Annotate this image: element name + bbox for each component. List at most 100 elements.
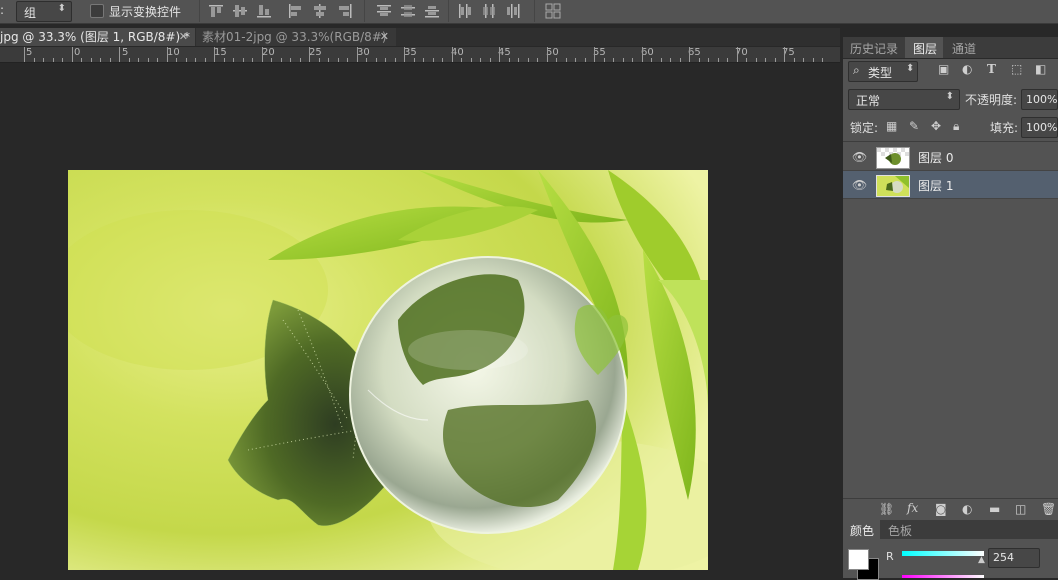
layer-row[interactable]: 👁︎ 图层 0 xyxy=(843,143,1058,171)
auto-align-layers-icon[interactable] xyxy=(543,2,563,20)
shape-filter-icon[interactable]: ⬚ xyxy=(1011,62,1022,76)
lock-label: 锁定: xyxy=(850,121,879,135)
foreground-color-swatch[interactable] xyxy=(848,549,869,570)
align-right-edges-icon[interactable] xyxy=(334,2,354,20)
auto-select-dropdown[interactable]: 组 ⬍ xyxy=(16,1,72,22)
new-layer-icon[interactable]: ◫ xyxy=(1015,502,1026,516)
tab-swatches[interactable]: 色板 xyxy=(888,522,912,539)
ruler-tick xyxy=(508,58,510,62)
tab-history[interactable]: 历史记录 xyxy=(850,40,898,57)
lock-image-brush-icon[interactable]: ✎ xyxy=(909,119,919,133)
ruler-tick xyxy=(480,58,481,62)
ruler-tick xyxy=(356,47,358,62)
ruler-tick xyxy=(746,58,747,62)
red-slider-track[interactable] xyxy=(902,551,984,556)
eye-visibility-icon[interactable]: 👁︎ xyxy=(852,178,867,192)
new-group-folder-icon[interactable]: ▬ xyxy=(989,502,1000,516)
fx-layer-style-icon[interactable]: fx xyxy=(907,501,918,515)
ruler-tick xyxy=(423,58,424,62)
eye-visibility-icon[interactable]: 👁︎ xyxy=(852,150,867,164)
layer-name[interactable]: 图层 1 xyxy=(918,177,953,194)
ruler-tick xyxy=(461,58,462,62)
ruler-tick xyxy=(81,58,82,62)
image-filter-icon[interactable]: ▣ xyxy=(938,62,949,76)
red-value-input[interactable]: 254 xyxy=(988,548,1040,568)
align-vertical-centers-icon[interactable] xyxy=(230,2,250,20)
document-canvas[interactable] xyxy=(68,170,708,570)
ruler-tick xyxy=(451,47,453,62)
fill-input[interactable]: 100% xyxy=(1021,117,1058,138)
tab-layers[interactable]: 图层 xyxy=(913,40,937,57)
slider-handle-icon[interactable]: ▲ xyxy=(978,555,985,565)
layer-row-selected[interactable]: 👁︎ 图层 1 xyxy=(843,171,1058,199)
ruler-tick xyxy=(71,47,73,62)
opacity-input[interactable]: 100% xyxy=(1021,89,1058,110)
distribute-left-edges-icon[interactable] xyxy=(455,2,475,20)
type-filter-icon[interactable]: T xyxy=(987,62,996,76)
fill-value: 100% xyxy=(1026,121,1058,134)
distribute-bottom-edges-icon[interactable] xyxy=(422,2,442,20)
ruler-tick xyxy=(565,58,567,62)
ruler-tick xyxy=(812,58,814,62)
tab-document-2[interactable]: 素材01-2jpg @ 33.3%(RGB/8#) ✕ xyxy=(196,28,396,46)
ruler-tick xyxy=(90,58,92,62)
ruler-tick xyxy=(774,58,776,62)
ruler-tick xyxy=(214,47,215,62)
blend-mode-dropdown[interactable]: 正常 ⬍ xyxy=(848,89,960,110)
layer-filter-dropdown[interactable]: ⌕ 类型 ⬍ xyxy=(848,61,918,82)
lock-position-move-icon[interactable]: ✥ xyxy=(931,119,941,133)
close-icon[interactable]: ✕ xyxy=(380,28,389,46)
tab-document-1[interactable]: jpg @ 33.3% (图层 1, RGB/8#) * ✕ xyxy=(0,28,195,46)
ruler-tick xyxy=(717,58,719,62)
distribute-horizontal-centers-icon[interactable] xyxy=(479,2,499,20)
tab-color[interactable]: 颜色 xyxy=(850,522,874,539)
ruler-tick xyxy=(613,58,614,62)
smart-object-filter-icon[interactable]: ◧ xyxy=(1035,62,1046,76)
options-colon: : xyxy=(0,3,5,17)
ruler-tick xyxy=(755,58,757,62)
ruler-tick xyxy=(52,58,54,62)
align-left-edges-icon[interactable] xyxy=(286,2,306,20)
distribute-vertical-centers-icon[interactable] xyxy=(398,2,418,20)
ruler-tick xyxy=(366,58,367,62)
ruler-tick xyxy=(43,58,44,62)
link-layers-icon[interactable]: ⛓︎ xyxy=(879,502,894,516)
trash-icon[interactable]: 🗑︎ xyxy=(1041,502,1056,516)
ruler-tick xyxy=(119,47,120,62)
tab-channels[interactable]: 通道 xyxy=(952,40,976,57)
lock-all-icon[interactable]: 🔒︎ xyxy=(953,119,959,134)
align-top-edges-icon[interactable] xyxy=(206,2,226,20)
ruler-tick xyxy=(195,58,196,62)
ruler-label: 50 xyxy=(546,47,559,58)
ruler-tick xyxy=(24,47,25,62)
layer-thumbnail xyxy=(876,175,910,197)
ruler-label: 25 xyxy=(309,47,322,58)
ruler-tick xyxy=(328,58,329,62)
lock-transparent-icon[interactable]: ▦ xyxy=(886,119,897,133)
align-horizontal-centers-icon[interactable] xyxy=(310,2,330,20)
ruler-label: 0 xyxy=(74,47,81,58)
close-icon[interactable]: ✕ xyxy=(179,28,188,46)
adjustment-layer-icon[interactable]: ◐ xyxy=(962,502,972,516)
ruler-tick xyxy=(708,58,709,62)
ruler-tick xyxy=(736,47,738,62)
ruler-tick xyxy=(404,47,405,62)
separator xyxy=(448,0,449,22)
align-bottom-edges-icon[interactable] xyxy=(254,2,274,20)
ruler-tick xyxy=(784,47,785,62)
distribute-top-edges-icon[interactable] xyxy=(374,2,394,20)
horizontal-ruler[interactable]: 5 0 5 10 15 20 25 30 35 40 45 50 55 60 6… xyxy=(0,47,840,63)
red-channel-label: R xyxy=(886,550,894,563)
ruler-tick xyxy=(33,58,35,62)
ruler-tick xyxy=(527,58,529,62)
tab-label: 素材01-2jpg @ 33.3%(RGB/8#) xyxy=(202,30,387,44)
show-transform-checkbox[interactable] xyxy=(90,4,104,18)
add-mask-icon[interactable]: ◙ xyxy=(935,502,947,516)
separator xyxy=(364,0,365,22)
ruler-tick xyxy=(185,58,187,62)
panel-tab-bar: 历史记录 图层 通道 xyxy=(843,37,1058,59)
distribute-right-edges-icon[interactable] xyxy=(503,2,523,20)
adjustment-filter-icon[interactable]: ◐ xyxy=(962,62,972,76)
layer-name[interactable]: 图层 0 xyxy=(918,149,953,166)
ruler-label: 35 xyxy=(404,47,417,58)
